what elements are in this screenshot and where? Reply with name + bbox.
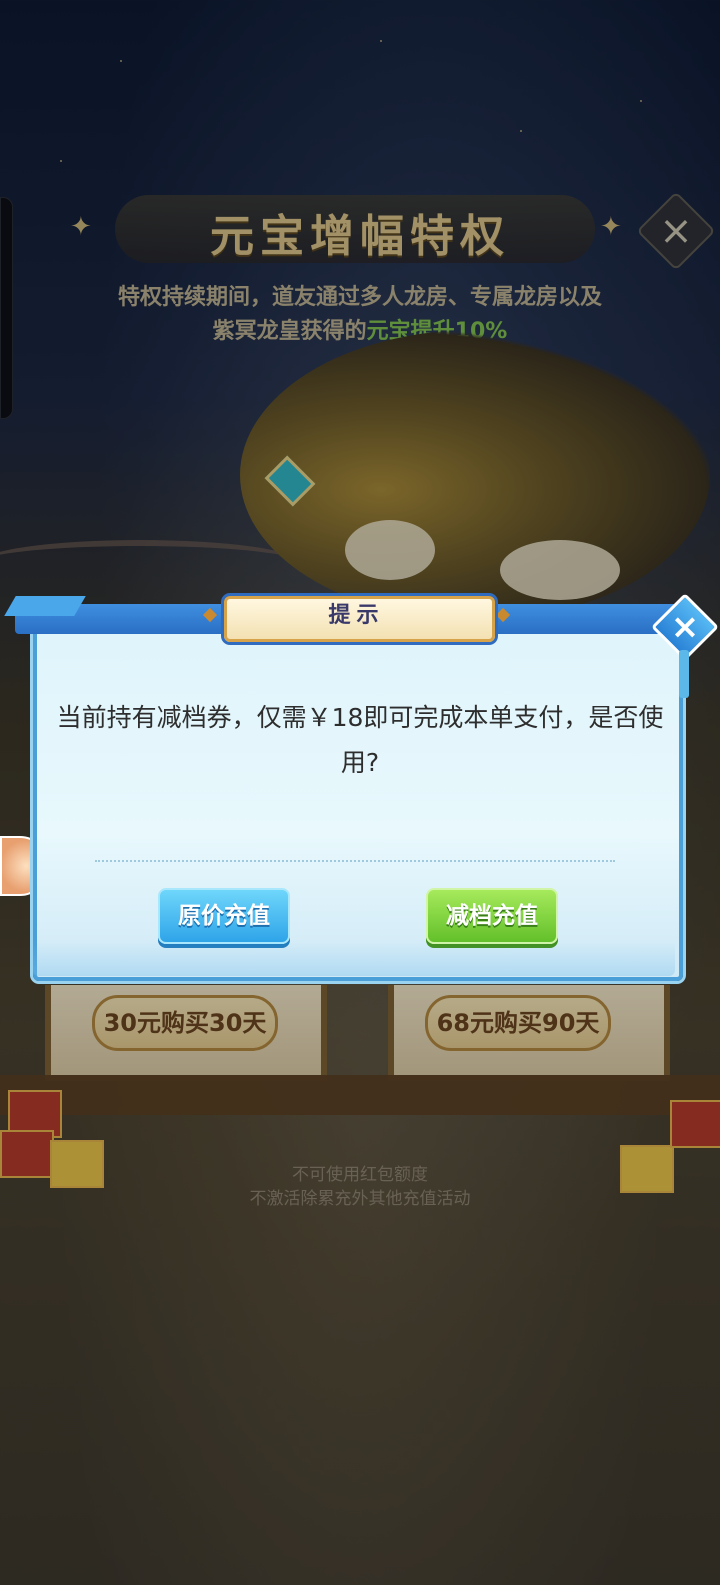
dialog-title: 提示 [328,603,385,628]
dialog-divider [95,860,615,862]
dialog-message: 当前持有减档券，仅需￥18即可完成本单支付，是否使用? [56,703,664,777]
close-icon: × [670,607,700,647]
reduced-recharge-button[interactable]: 减档充值 [426,888,558,944]
dialog-wing-decoration [4,596,86,616]
original-price-recharge-button[interactable]: 原价充值 [158,888,290,944]
prompt-dialog [33,618,683,981]
tassel-decoration [679,650,689,698]
dialog-bottom-decoration [33,940,675,976]
